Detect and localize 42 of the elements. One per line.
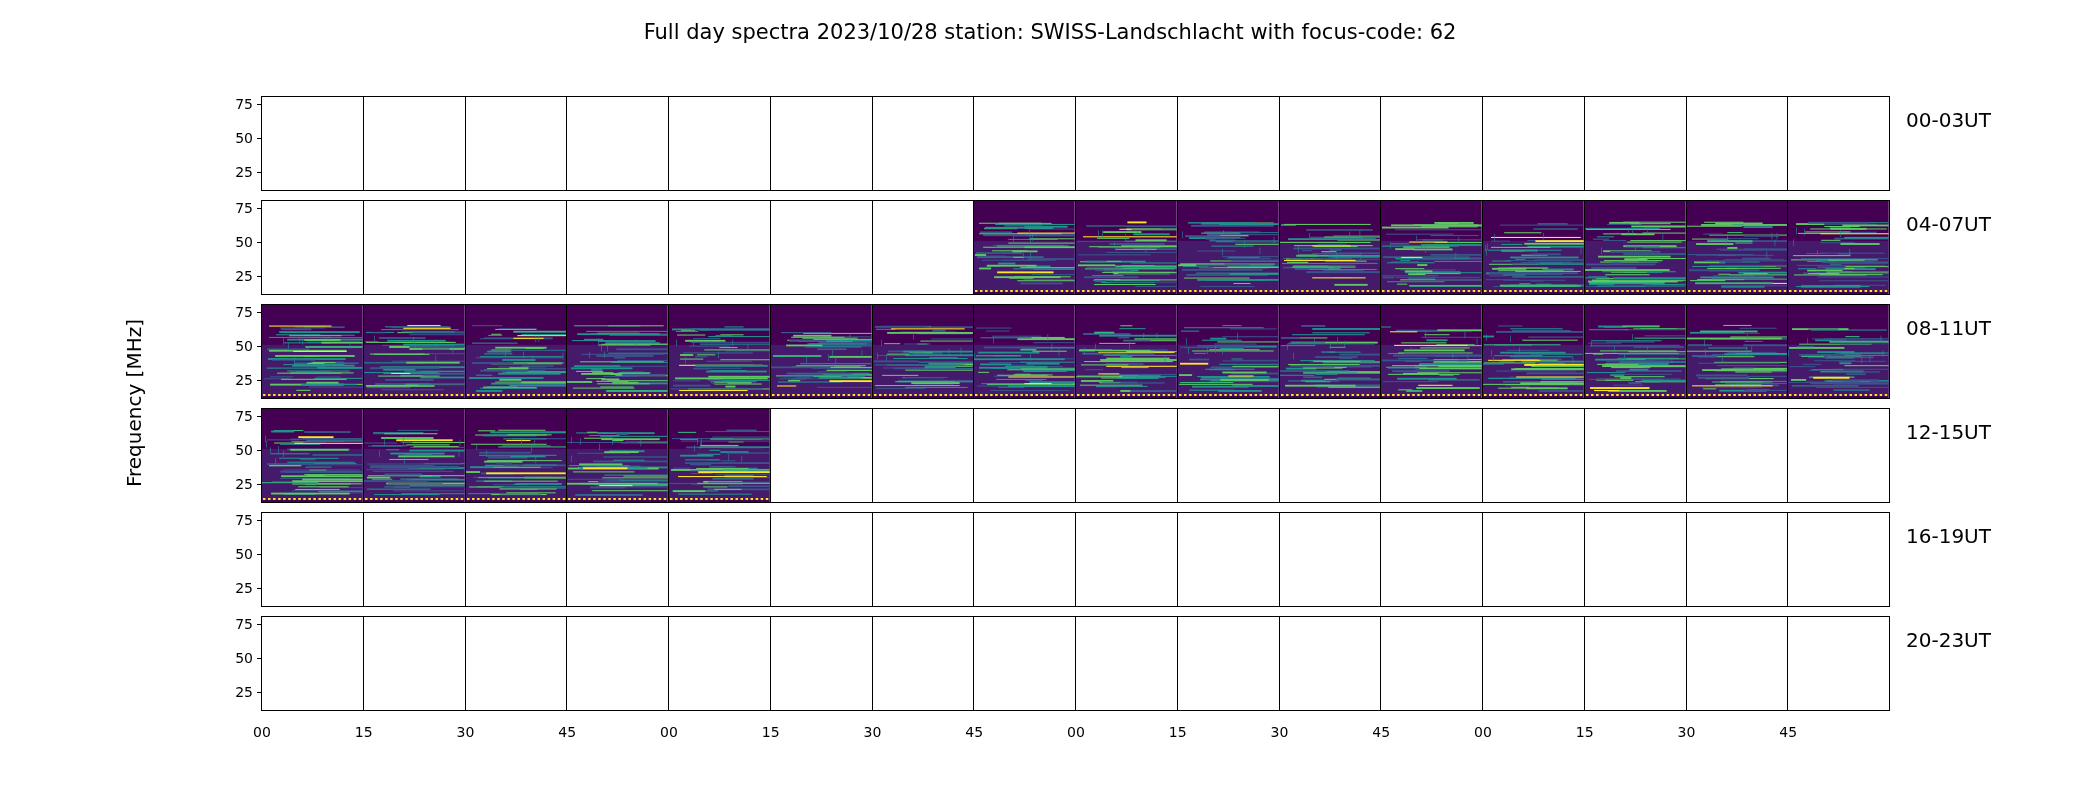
tick-label: 25 xyxy=(235,477,253,491)
tick-label: 45 xyxy=(1779,724,1798,740)
tick-label: 45 xyxy=(965,724,984,740)
tick-label: 50 xyxy=(235,651,253,666)
tick-label: 75 xyxy=(235,201,253,216)
tick-label: 50 xyxy=(235,443,253,458)
tick-label: 00 xyxy=(253,724,271,740)
row-label: 04-07UT xyxy=(1906,212,1991,238)
tick-label: 75 xyxy=(235,409,253,424)
row-label: 12-15UT xyxy=(1906,420,1991,446)
tick-label: 75 xyxy=(235,305,253,320)
tick-label: 15 xyxy=(1168,724,1187,740)
tick-label: 50 xyxy=(235,547,253,562)
tick-label: 45 xyxy=(558,724,577,740)
tick-label: 00 xyxy=(660,724,678,740)
row-label: 20-23UT xyxy=(1906,628,1991,654)
tick-label: 00 xyxy=(1067,724,1085,740)
tick-label: 75 xyxy=(235,97,253,112)
tick-label: 75 xyxy=(235,617,253,632)
row-label: 08-11UT xyxy=(1906,316,1991,342)
tick-label: 50 xyxy=(235,235,253,250)
tick-label: 50 xyxy=(235,131,253,146)
tick-label: 15 xyxy=(354,724,373,740)
tick-label: 75 xyxy=(235,513,253,528)
tick-label: 25 xyxy=(235,373,253,387)
tick-label: 30 xyxy=(456,724,475,740)
tick-label: 00 xyxy=(1474,724,1492,740)
tick-label: 45 xyxy=(1372,724,1391,740)
tick-label: 50 xyxy=(235,339,253,354)
chart-title: Full day spectra 2023/10/28 station: SWISS-Landschlacht with focus-code: 62 xyxy=(643,20,1457,44)
row-label: 00-03UT xyxy=(1906,108,1991,134)
tick-label: 30 xyxy=(1270,724,1289,740)
tick-label: 30 xyxy=(863,724,882,740)
tick-label: 25 xyxy=(235,581,253,595)
tick-label: 15 xyxy=(761,724,780,740)
tick-label: 30 xyxy=(1677,724,1696,740)
tick-label: 25 xyxy=(235,269,253,283)
tick-label: 15 xyxy=(1575,724,1594,740)
tick-label: 25 xyxy=(235,165,253,179)
row-label: 16-19UT xyxy=(1906,524,1991,550)
axis-label: Frequency [MHz] xyxy=(122,319,146,488)
tick-label: 25 xyxy=(235,685,253,699)
